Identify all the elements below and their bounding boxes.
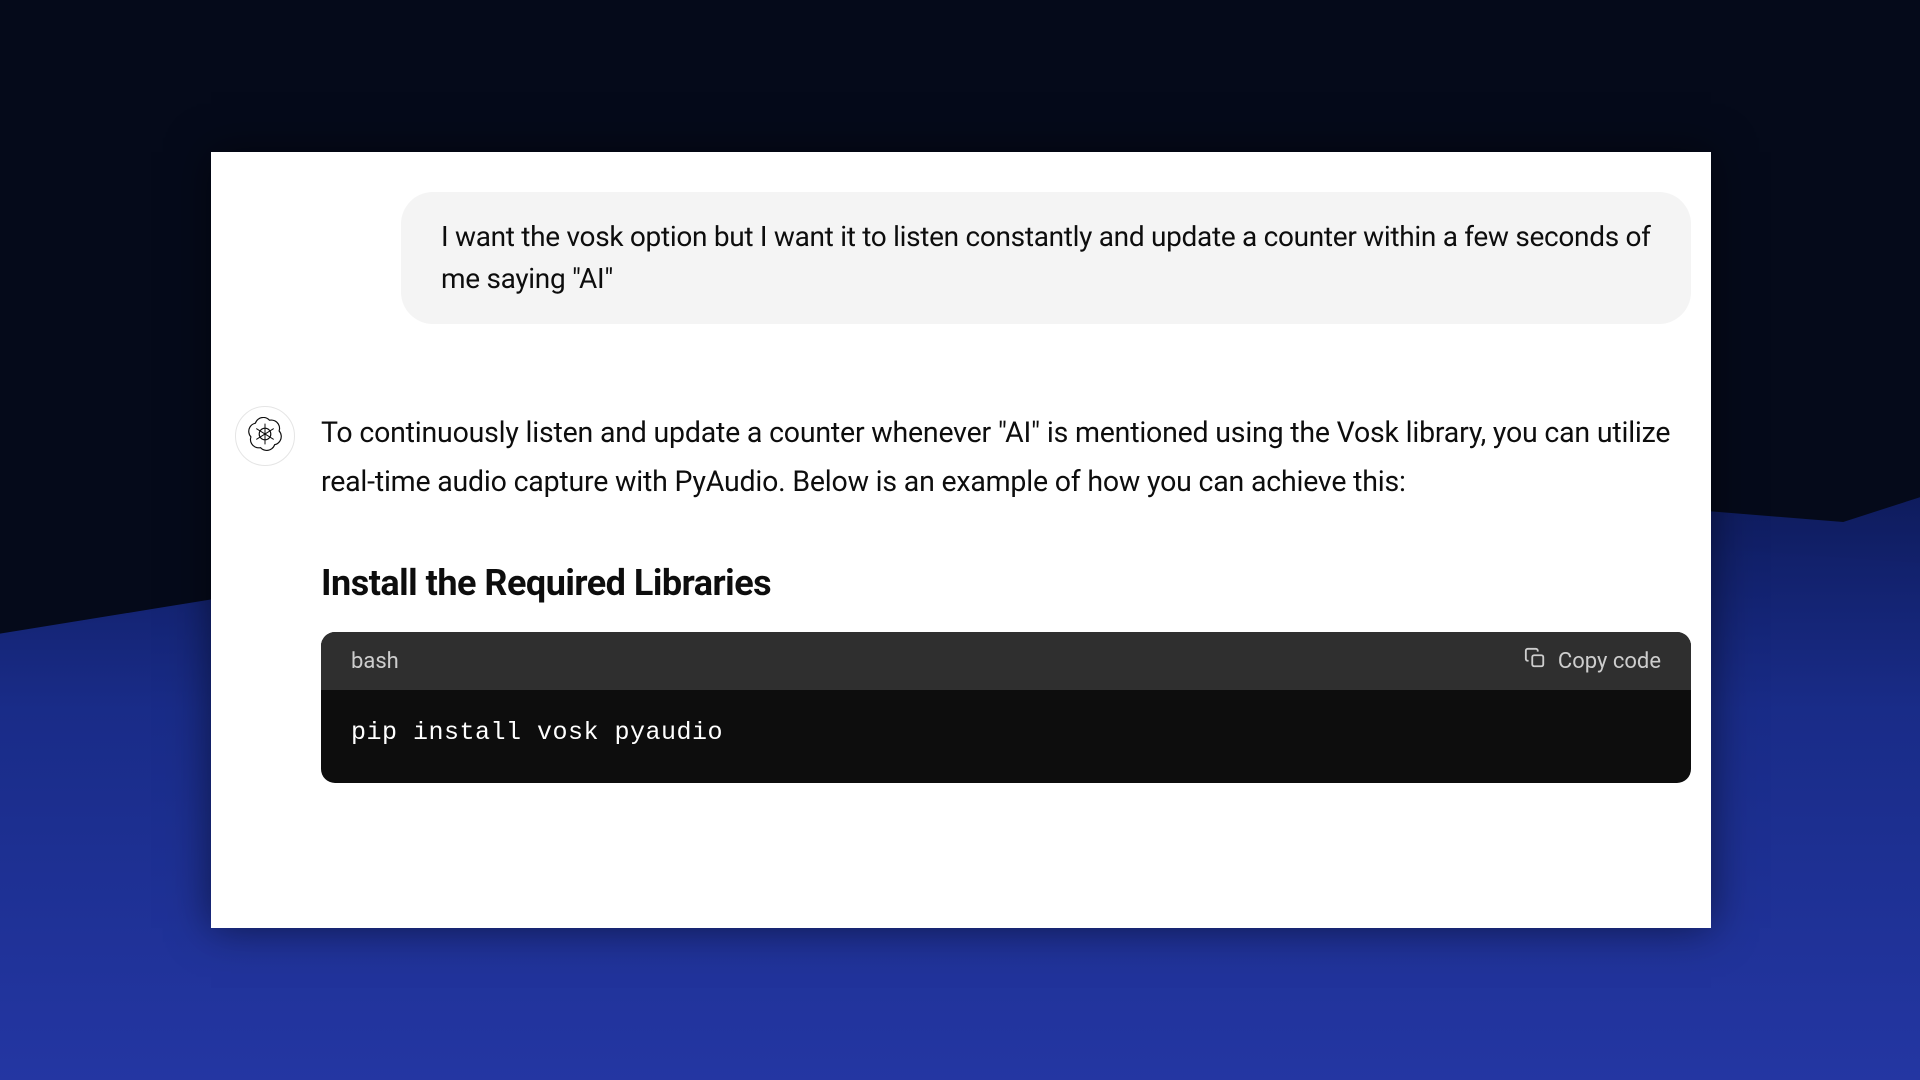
code-block-header: bash Copy code xyxy=(321,632,1691,690)
assistant-content: To continuously listen and update a coun… xyxy=(321,406,1691,783)
copy-code-label: Copy code xyxy=(1558,649,1661,674)
copy-code-button[interactable]: Copy code xyxy=(1524,647,1661,675)
chat-window: I want the vosk option but I want it to … xyxy=(211,152,1711,928)
assistant-message-row: To continuously listen and update a coun… xyxy=(211,406,1711,783)
code-block: bash Copy code pip install vosk pyaudio xyxy=(321,632,1691,783)
user-message-bubble: I want the vosk option but I want it to … xyxy=(401,192,1691,324)
code-language-label: bash xyxy=(351,649,399,674)
assistant-intro-text: To continuously listen and update a coun… xyxy=(321,408,1691,506)
assistant-avatar xyxy=(235,406,295,466)
user-message-text: I want the vosk option but I want it to … xyxy=(441,220,1651,295)
copy-icon xyxy=(1524,647,1546,675)
openai-logo-icon xyxy=(248,417,282,455)
section-heading-install: Install the Required Libraries xyxy=(321,562,1691,604)
code-content[interactable]: pip install vosk pyaudio xyxy=(321,690,1691,783)
